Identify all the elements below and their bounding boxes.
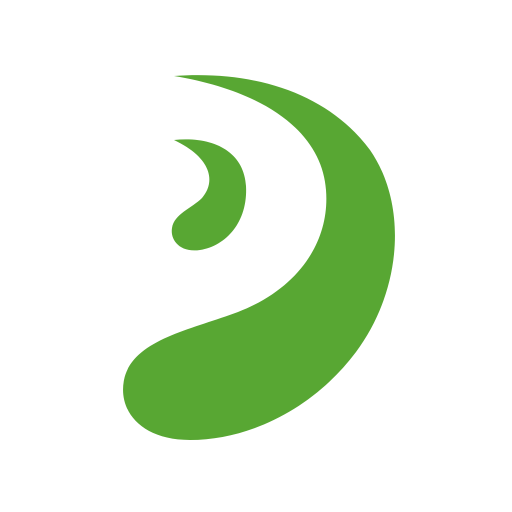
app-icon-canvas	[0, 0, 512, 512]
swirl-logo-icon	[123, 75, 395, 440]
inner-swirl-shape	[171, 139, 247, 251]
outer-swirl-shape	[123, 75, 395, 440]
